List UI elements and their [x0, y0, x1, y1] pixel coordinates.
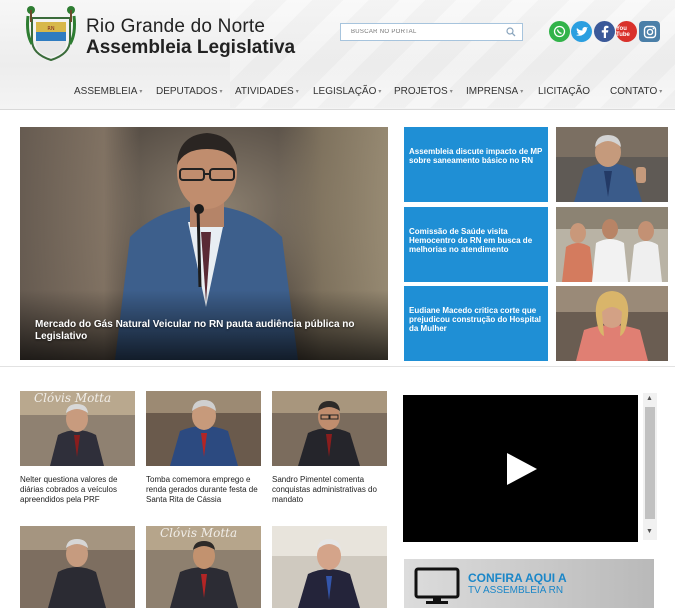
nav-imprensa[interactable]: IMPRENSA ▾	[466, 84, 523, 98]
tv-banner-line2: TV ASSEMBLEIA RN	[468, 585, 564, 596]
side-photo-image	[556, 286, 668, 361]
tv-icon	[414, 567, 460, 604]
site-header: RN Rio Grande do Norte Assembleia Legisl…	[0, 0, 675, 110]
nav-label: IMPRENSA	[466, 85, 519, 97]
side-news-photo[interactable]	[556, 207, 668, 282]
hero-caption[interactable]: Mercado do Gás Natural Veicular no RN pa…	[35, 319, 355, 343]
news-thumb[interactable]	[146, 391, 261, 466]
youtube-label: You Tube	[616, 25, 630, 38]
nav-label: PROJETOS	[394, 85, 448, 97]
news-title[interactable]: Nelter questiona valores de diárias cobr…	[20, 475, 138, 505]
side-news-card[interactable]: Assembleia discute impacto de MP sobre s…	[404, 127, 548, 202]
video-scrollbar[interactable]: ▲ ▼	[643, 393, 657, 540]
news-photo	[272, 526, 387, 608]
nav-label: ASSEMBLEIA	[74, 85, 138, 97]
side-news-title[interactable]: Comissão de Saúde visita Hemocentro do R…	[409, 227, 543, 254]
instagram-icon[interactable]	[639, 21, 660, 42]
scroll-down-icon[interactable]: ▼	[646, 528, 653, 535]
side-news-title[interactable]: Eudiane Macedo critica corte que prejudi…	[409, 306, 543, 333]
tv-assembleia-banner[interactable]: CONFIRA AQUI A TV ASSEMBLEIA RN	[404, 559, 654, 608]
twitter-icon[interactable]	[571, 21, 592, 42]
whatsapp-icon[interactable]	[549, 21, 570, 42]
side-photo-image	[556, 127, 668, 202]
nav-atividades[interactable]: ATIVIDADES ▾	[235, 84, 299, 98]
nav-assembleia[interactable]: ASSEMBLEIA ▾	[74, 84, 142, 98]
youtube-icon[interactable]: You Tube	[616, 21, 637, 42]
state-crest-logo[interactable]: RN	[22, 4, 80, 62]
nav-label: DEPUTADOS	[156, 85, 218, 97]
video-player[interactable]	[403, 395, 638, 542]
search-box[interactable]	[340, 23, 523, 41]
nav-deputados[interactable]: DEPUTADOS ▾	[156, 84, 223, 98]
news-thumb[interactable]	[272, 526, 387, 608]
chevron-down-icon: ▾	[295, 88, 299, 95]
news-title[interactable]: Tomba comemora emprego e renda gerados d…	[146, 475, 264, 505]
side-news-title[interactable]: Assembleia discute impacto de MP sobre s…	[409, 147, 543, 165]
chevron-down-icon: ▾	[139, 88, 143, 95]
news-thumb[interactable]: Clóvis Motta	[20, 391, 135, 466]
side-news-photo[interactable]	[556, 286, 668, 361]
chevron-down-icon: ▾	[449, 88, 453, 95]
chevron-down-icon: ▾	[520, 88, 524, 95]
news-thumb[interactable]	[20, 526, 135, 608]
nav-label: ATIVIDADES	[235, 85, 294, 97]
chevron-down-icon: ▾	[378, 88, 382, 95]
news-thumb[interactable]: Clóvis Motta	[146, 526, 261, 608]
site-title-line2[interactable]: Assembleia Legislativa	[86, 37, 295, 59]
nav-label: CONTATO	[610, 85, 658, 97]
side-photo-image	[556, 207, 668, 282]
news-photo	[272, 391, 387, 466]
nav-contato[interactable]: CONTATO ▾	[610, 84, 662, 98]
play-icon[interactable]	[505, 451, 539, 487]
news-thumb[interactable]	[272, 391, 387, 466]
news-title[interactable]: Sandro Pimentel comenta conquistas admin…	[272, 475, 390, 505]
scroll-up-icon[interactable]: ▲	[646, 395, 653, 402]
nav-legislacao[interactable]: LEGISLAÇÃO ▾	[313, 84, 381, 98]
search-icon[interactable]	[506, 27, 516, 37]
scroll-thumb[interactable]	[645, 407, 655, 519]
tv-banner-line1: CONFIRA AQUI A	[468, 571, 567, 585]
nav-licitacao[interactable]: LICITAÇÃO	[538, 84, 590, 98]
search-input[interactable]	[341, 29, 501, 35]
photo-watermark: Clóvis Motta	[160, 526, 238, 540]
hero-news[interactable]: Mercado do Gás Natural Veicular no RN pa…	[20, 127, 388, 360]
side-news-card[interactable]: Comissão de Saúde visita Hemocentro do R…	[404, 207, 548, 282]
section-divider	[0, 366, 675, 367]
facebook-icon[interactable]	[594, 21, 615, 42]
nav-label: LICITAÇÃO	[538, 85, 591, 97]
photo-watermark: Clóvis Motta	[34, 391, 112, 405]
news-photo	[20, 526, 135, 608]
side-news-photo[interactable]	[556, 127, 668, 202]
nav-projetos[interactable]: PROJETOS ▾	[394, 84, 453, 98]
chevron-down-icon: ▾	[219, 88, 223, 95]
svg-text:RN: RN	[47, 26, 54, 32]
chevron-down-icon: ▾	[659, 88, 663, 95]
nav-label: LEGISLAÇÃO	[313, 85, 377, 97]
site-title-line1[interactable]: Rio Grande do Norte	[86, 16, 265, 38]
side-news-card[interactable]: Eudiane Macedo critica corte que prejudi…	[404, 286, 548, 361]
news-photo	[146, 391, 261, 466]
